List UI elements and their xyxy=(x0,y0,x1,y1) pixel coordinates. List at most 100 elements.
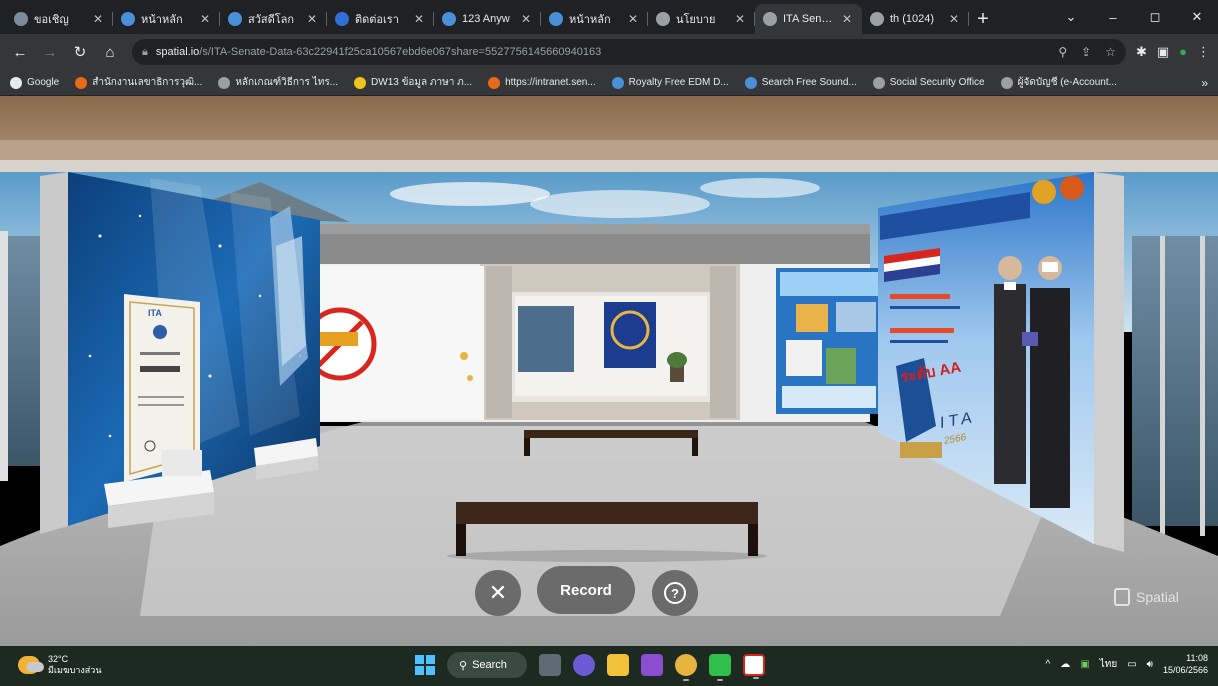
menu-icon[interactable]: ⋮ xyxy=(1197,44,1210,60)
bookmark-favicon-icon xyxy=(354,76,367,89)
tab-favicon-icon xyxy=(549,12,563,26)
zoom-icon[interactable]: ⚲ xyxy=(1058,45,1067,59)
bookmark-favicon-icon xyxy=(10,76,22,89)
task-view-icon[interactable] xyxy=(539,654,561,676)
forward-button[interactable]: → xyxy=(38,40,62,64)
tab-search-icon[interactable]: ⌄ xyxy=(1050,9,1092,25)
volume-icon[interactable]: 🔊︎ xyxy=(1147,659,1153,670)
chat-icon[interactable] xyxy=(573,654,595,676)
profile-icon[interactable]: ● xyxy=(1179,44,1187,60)
bookmark-item[interactable]: หลักเกณฑ์วิธีการ ไทร... xyxy=(218,75,338,90)
bookmark-label: ผู้จัดบัญชี (e-Account... xyxy=(1017,77,1117,88)
home-button[interactable]: ⌂ xyxy=(98,40,122,64)
browser-tab[interactable]: ขอเชิญ ✕ xyxy=(6,4,113,34)
question-icon: ? xyxy=(664,582,686,604)
bookmark-item[interactable]: Social Security Office xyxy=(872,76,985,89)
acrobat-icon[interactable] xyxy=(743,654,765,679)
bookmark-item[interactable]: ผู้จัดบัญชี (e-Account... xyxy=(1000,75,1117,90)
tab-favicon-icon xyxy=(442,12,456,26)
search-icon: ⚲ xyxy=(459,659,468,672)
tab-title: นโยบาย xyxy=(676,14,716,26)
bookmark-favicon-icon xyxy=(218,76,231,89)
window-controls: ⌄ – ◻ ✕ xyxy=(1050,0,1218,34)
reload-button[interactable]: ↻ xyxy=(68,40,92,64)
tab-favicon-icon xyxy=(121,12,135,26)
share-icon[interactable]: ⇪ xyxy=(1081,45,1091,59)
address-bar[interactable]: 🔒︎ spatial.io/s/ITA-Senate-Data-63c22941… xyxy=(132,39,1126,65)
browser-toolbar: ← → ↻ ⌂ 🔒︎ spatial.io/s/ITA-Senate-Data-… xyxy=(0,34,1218,70)
clock-time: 11:08 xyxy=(1186,653,1208,663)
tab-close-icon[interactable]: ✕ xyxy=(305,12,319,26)
network-icon[interactable]: ▭ xyxy=(1127,659,1136,670)
line-icon[interactable] xyxy=(709,654,731,681)
security-icon[interactable]: ▣ xyxy=(1080,659,1089,670)
tab-close-icon[interactable]: ✕ xyxy=(198,12,212,26)
more-bookmarks-icon[interactable]: » xyxy=(1201,76,1208,90)
bookmark-label: DW13 ข้อมูล ภาษา ภ... xyxy=(371,77,473,88)
restore-button[interactable]: ◻ xyxy=(1134,9,1176,25)
back-button[interactable]: ← xyxy=(8,40,32,64)
bookmark-item[interactable]: Google xyxy=(10,76,59,89)
bookmark-item[interactable]: Search Free Sound... xyxy=(744,76,857,89)
chrome-icon[interactable] xyxy=(675,654,697,681)
bookmark-label: หลักเกณฑ์วิธีการ ไทร... xyxy=(235,77,339,88)
taskbar-search-label: Search xyxy=(472,659,507,671)
tab-title: สวัสดีโลก xyxy=(248,14,295,26)
bookmark-label: Royalty Free EDM D... xyxy=(628,77,729,88)
tab-strip: ขอเชิญ ✕ หน้าหลัก ✕ สวัสดีโลก ✕ ติดต่อเรา ✕ 123 … xyxy=(0,0,1218,34)
virtual-gallery-viewport[interactable]: ระดับ AA ITA 2566 ITA ✕ Record ? Spatial xyxy=(0,96,1218,646)
tab-close-icon[interactable]: ✕ xyxy=(412,12,426,26)
media-icon[interactable] xyxy=(641,654,663,676)
browser-tab[interactable]: th (1024) ✕ xyxy=(862,4,969,34)
new-tab-button[interactable]: + xyxy=(969,4,997,34)
left-board-title: ITA xyxy=(148,308,162,318)
tab-close-icon[interactable]: ✕ xyxy=(626,12,640,26)
bookmark-item[interactable]: สำนักงานเลขาธิการวุฒิ... xyxy=(75,75,202,90)
close-window-button[interactable]: ✕ xyxy=(1176,9,1218,25)
weather-desc: มีเมฆบางส่วน xyxy=(48,665,102,675)
bookmark-label: สำนักงานเลขาธิการวุฒิ... xyxy=(92,77,203,88)
minimize-button[interactable]: – xyxy=(1092,10,1134,25)
spatial-logo-icon xyxy=(1114,588,1130,606)
file-explorer-icon[interactable] xyxy=(607,654,629,676)
gallery-scene xyxy=(0,96,1218,646)
bookmark-label: https://intranet.sen... xyxy=(505,77,596,88)
windows-start-icon[interactable] xyxy=(415,655,435,675)
bookmark-favicon-icon xyxy=(611,76,624,89)
bookmark-item[interactable]: https://intranet.sen... xyxy=(488,76,596,89)
weather-widget[interactable]: 32°C มีเมฆบางส่วน xyxy=(18,654,101,676)
input-language[interactable]: ไทย xyxy=(1100,657,1117,672)
bookmark-favicon-icon xyxy=(1000,76,1013,89)
tab-favicon-icon xyxy=(228,12,242,26)
browser-tab[interactable]: หน้าหลัก ✕ xyxy=(113,4,220,34)
record-button[interactable]: Record xyxy=(537,566,635,614)
bookmark-item[interactable]: Royalty Free EDM D... xyxy=(611,76,729,89)
tray-overflow-icon[interactable]: ^ xyxy=(1046,659,1051,670)
help-button[interactable]: ? xyxy=(652,570,698,616)
close-recording-button[interactable]: ✕ xyxy=(475,570,521,616)
tab-favicon-icon xyxy=(14,12,28,26)
browser-tab[interactable]: หน้าหลัก ✕ xyxy=(541,4,648,34)
tab-close-icon[interactable]: ✕ xyxy=(840,12,854,26)
bookmark-star-icon[interactable]: ☆ xyxy=(1105,45,1116,59)
bookmark-favicon-icon xyxy=(872,76,885,89)
taskbar-search[interactable]: ⚲ Search xyxy=(447,652,527,678)
tab-close-icon[interactable]: ✕ xyxy=(91,12,105,26)
browser-tab[interactable]: ติดต่อเรา ✕ xyxy=(327,4,434,34)
tab-close-icon[interactable]: ✕ xyxy=(947,12,961,26)
tab-close-icon[interactable]: ✕ xyxy=(733,12,747,26)
browser-tab[interactable]: นโยบาย ✕ xyxy=(648,4,755,34)
close-icon: ✕ xyxy=(488,580,508,605)
browser-tab[interactable]: 123 Anyw ✕ xyxy=(434,4,541,34)
cloud-icon[interactable]: ☁ xyxy=(1060,659,1070,670)
bookmarks-bar: Google สำนักงานเลขาธิการวุฒิ... หลักเกณฑ์ว… xyxy=(0,70,1218,96)
clock-date: 15/06/2566 xyxy=(1162,665,1208,675)
browser-tab[interactable]: ITA Senate ✕ xyxy=(755,4,862,34)
tab-close-icon[interactable]: ✕ xyxy=(519,12,533,26)
bookmark-favicon-icon xyxy=(75,76,88,89)
extensions-icon[interactable]: ✱ xyxy=(1136,44,1147,60)
clock[interactable]: 11:08 15/06/2566 xyxy=(1163,652,1208,676)
browser-tab[interactable]: สวัสดีโลก ✕ xyxy=(220,4,327,34)
bookmark-item[interactable]: DW13 ข้อมูล ภาษา ภ... xyxy=(354,75,472,90)
side-panel-icon[interactable]: ▣ xyxy=(1157,44,1169,60)
